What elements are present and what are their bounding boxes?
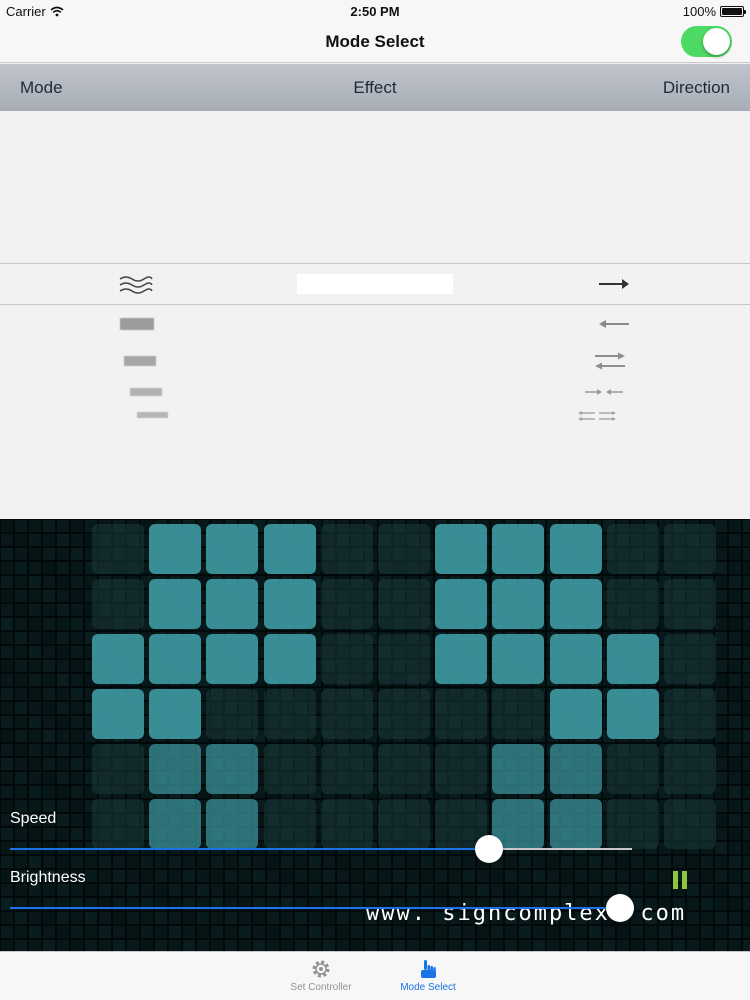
speed-slider-fill <box>10 848 489 850</box>
speed-slider[interactable] <box>10 835 632 863</box>
effect-selected-value[interactable] <box>297 274 453 294</box>
bar-icon[interactable] <box>130 388 162 396</box>
arrows-converge-icon[interactable] <box>584 388 624 396</box>
tab-bar: Set Controller Mode Select <box>0 951 750 1000</box>
tab-set-controller[interactable]: Set Controller <box>261 958 381 993</box>
tab-set-controller-label: Set Controller <box>290 982 352 993</box>
led-preview: www. signcomplex. com Speed Brightness <box>0 519 750 951</box>
column-direction-label: Direction <box>662 78 730 97</box>
mode-picker[interactable] <box>0 111 750 519</box>
column-effect-label: Effect <box>353 78 397 97</box>
nav-bar: Mode Select <box>0 22 750 63</box>
picker-selection-bottom-line <box>0 304 750 305</box>
status-bar: Carrier 2:50 PM 100% <box>0 0 750 22</box>
picker-selection-top-line <box>0 263 750 264</box>
speed-slider-thumb[interactable] <box>474 835 503 863</box>
status-time: 2:50 PM <box>350 4 400 19</box>
arrows-bidirectional-icon[interactable] <box>594 352 626 370</box>
toggle-knob <box>703 28 730 55</box>
bar-icon[interactable] <box>137 412 168 418</box>
brightness-slider[interactable] <box>10 894 634 922</box>
column-header: Mode Effect Direction <box>0 64 750 111</box>
status-battery-group: 100% <box>682 4 746 19</box>
power-toggle[interactable] <box>681 26 732 57</box>
brightness-label: Brightness <box>10 869 86 886</box>
battery-icon <box>720 6 746 17</box>
watermark-text: www. signcomplex. com <box>366 901 687 926</box>
tab-mode-select-label: Mode Select <box>400 982 456 993</box>
bar-icon[interactable] <box>120 318 154 330</box>
hand-pointer-icon <box>421 960 436 978</box>
arrow-right-icon[interactable] <box>598 278 630 290</box>
page-title: Mode Select <box>325 32 425 51</box>
led-tile-grid <box>1 520 750 951</box>
gear-icon <box>312 960 330 978</box>
brightness-slider-fill <box>10 907 620 909</box>
wave-icon[interactable] <box>118 275 154 295</box>
bar-icon[interactable] <box>124 356 156 366</box>
arrows-diverge-icon[interactable] <box>577 410 617 422</box>
speed-label: Speed <box>10 810 57 827</box>
battery-percent: 100% <box>682 4 716 19</box>
arrow-left-icon[interactable] <box>598 319 630 329</box>
tab-mode-select[interactable]: Mode Select <box>368 958 488 993</box>
pause-icon[interactable] <box>672 871 688 889</box>
brightness-slider-thumb[interactable] <box>605 894 634 922</box>
